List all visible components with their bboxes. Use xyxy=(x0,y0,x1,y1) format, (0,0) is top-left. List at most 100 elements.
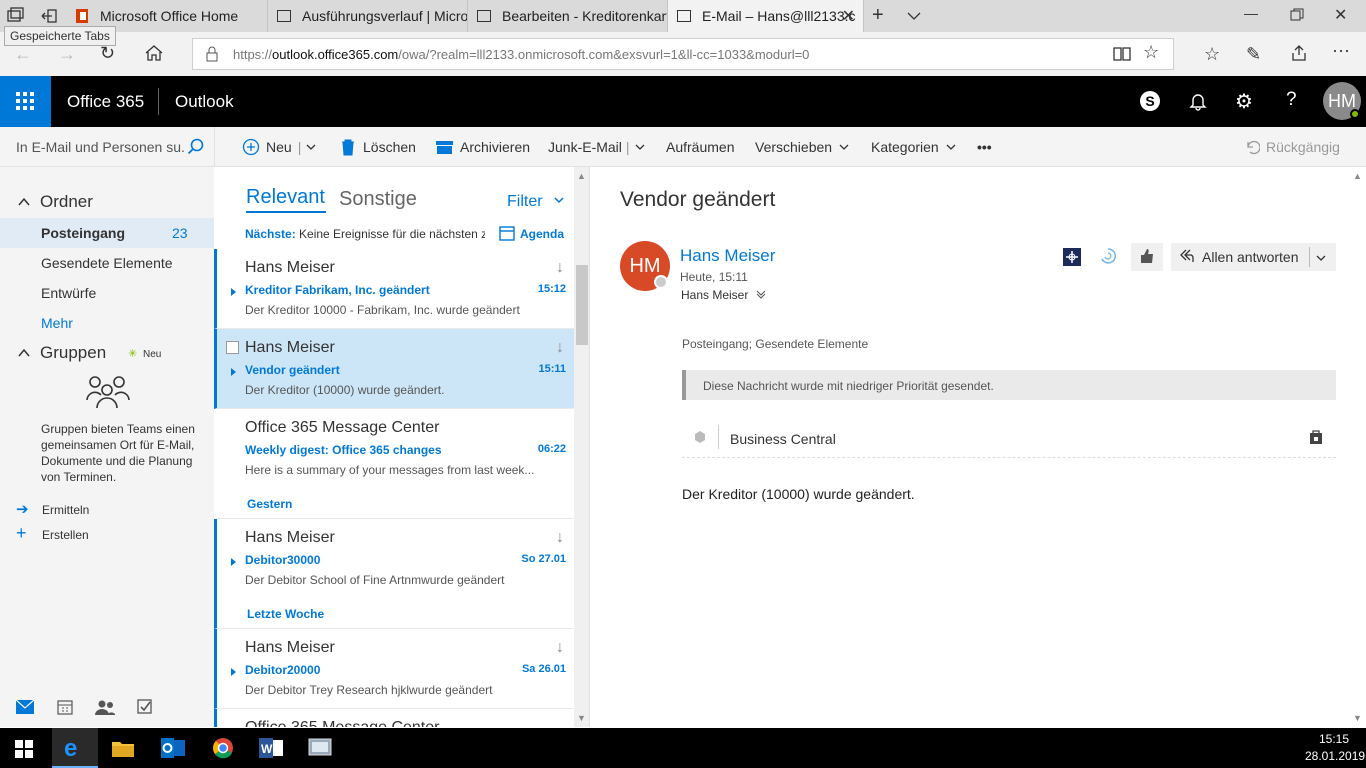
tab-ausfuehrungsverlauf[interactable]: Ausführungsverlauf | Micros xyxy=(268,0,468,32)
list-item[interactable]: Hans Meiser ↓ Kreditor Fabrikam, Inc. ge… xyxy=(214,249,574,329)
app-title[interactable]: Outlook xyxy=(175,92,234,112)
file-explorer-icon[interactable] xyxy=(112,738,134,758)
windows-start-icon[interactable] xyxy=(15,740,33,758)
scroll-up-icon[interactable]: ▲ xyxy=(1353,171,1362,181)
clock-time[interactable]: 15:15 xyxy=(1319,732,1349,746)
new-button[interactable]: Neu | xyxy=(242,127,317,167)
scrollbar-thumb[interactable] xyxy=(576,265,588,345)
taskbar-edge[interactable]: e xyxy=(52,728,98,768)
chrome-icon[interactable] xyxy=(212,737,234,759)
archive-button[interactable]: Archivieren xyxy=(436,127,530,167)
undo-button[interactable]: Rückgängig xyxy=(1244,127,1340,167)
filter-button[interactable]: Filter xyxy=(507,193,565,211)
create-link[interactable]: Erstellen xyxy=(42,528,89,542)
favorites-hub-icon[interactable]: ☆ xyxy=(1204,44,1220,65)
junk-button[interactable]: Junk-E-Mail | xyxy=(548,127,646,167)
outlook-icon[interactable] xyxy=(161,737,185,759)
skype-icon[interactable]: S xyxy=(1140,91,1160,111)
scroll-down-icon[interactable]: ▼ xyxy=(577,713,586,723)
refresh-icon[interactable]: ↻ xyxy=(100,43,115,64)
discover-link[interactable]: Ermitteln xyxy=(42,503,89,517)
restore-icon[interactable] xyxy=(1290,8,1304,22)
share-icon[interactable] xyxy=(1290,44,1308,62)
back-icon[interactable]: ← xyxy=(14,44,32,65)
chevron-down-icon[interactable] xyxy=(1315,251,1327,263)
tab-other[interactable]: Sonstige xyxy=(339,188,417,211)
set-tabs-aside-icon[interactable] xyxy=(36,6,58,26)
url-field[interactable]: https://outlook.office365.com/owa/?realm… xyxy=(192,38,1174,70)
expand-icon[interactable] xyxy=(231,288,236,296)
scroll-down-icon[interactable]: ▼ xyxy=(1353,713,1362,723)
more-icon[interactable]: ··· xyxy=(1332,40,1350,61)
home-icon[interactable] xyxy=(144,44,164,62)
chevron-up-icon[interactable] xyxy=(18,346,30,358)
favorite-star-icon[interactable]: ☆ xyxy=(1143,42,1159,63)
reply-all-button[interactable]: Allen antworten xyxy=(1171,243,1336,271)
expand-icon[interactable] xyxy=(231,368,236,376)
chevron-down-icon[interactable] xyxy=(906,8,922,24)
scrollbar[interactable]: ▲ ▼ xyxy=(1350,167,1366,727)
categories-button[interactable]: Kategorien xyxy=(871,127,957,167)
chevron-down-icon[interactable] xyxy=(634,141,646,153)
bell-icon[interactable] xyxy=(1188,91,1208,111)
gear-icon[interactable]: ⚙ xyxy=(1235,89,1253,114)
scroll-up-icon[interactable]: ▲ xyxy=(577,171,586,181)
calendar-icon[interactable] xyxy=(57,699,73,715)
app-window-icon[interactable] xyxy=(308,737,332,759)
pen-icon[interactable]: ✎ xyxy=(1246,44,1261,65)
tasks-icon[interactable] xyxy=(137,699,153,715)
folders-header[interactable]: Ordner xyxy=(40,192,93,212)
recipient[interactable]: Hans Meiser xyxy=(681,288,766,302)
dynamics-addin-icon[interactable] xyxy=(1063,248,1081,266)
tab-email-active[interactable]: E-Mail – Hans@lll2133.c ✕ xyxy=(668,0,864,32)
close-tab-icon[interactable]: ✕ xyxy=(842,6,855,26)
sweep-button[interactable]: Aufräumen xyxy=(666,127,734,167)
addin-name[interactable]: Business Central xyxy=(730,431,836,447)
folder-sent[interactable]: Gesendete Elemente xyxy=(41,255,173,271)
forward-icon[interactable]: → xyxy=(58,44,76,65)
help-icon[interactable]: ? xyxy=(1286,89,1297,111)
tab-kreditorenkarte[interactable]: Bearbeiten - Kreditorenkart xyxy=(468,0,668,32)
close-window-icon[interactable]: ✕ xyxy=(1334,5,1347,25)
expand-icon[interactable] xyxy=(231,668,236,676)
sender-name[interactable]: Hans Meiser xyxy=(680,246,775,266)
store-icon[interactable] xyxy=(1309,429,1323,445)
scrollbar[interactable]: ▲ ▼ xyxy=(574,167,589,727)
brand-title[interactable]: Office 365 xyxy=(67,92,144,112)
folder-inbox[interactable]: Posteingang 23 xyxy=(0,218,214,248)
search-input[interactable]: In E-Mail und Personen su... xyxy=(16,139,184,155)
folder-drafts[interactable]: Entwürfe xyxy=(41,285,96,301)
expand-icon[interactable] xyxy=(231,558,236,566)
list-item[interactable]: Office 365 Message Center Weekly digest:… xyxy=(214,409,574,519)
reading-view-icon[interactable] xyxy=(1113,46,1131,62)
more-commands-button[interactable]: ••• xyxy=(977,127,992,167)
word-icon[interactable]: W xyxy=(259,737,283,759)
new-tab-icon[interactable]: + xyxy=(872,4,884,27)
spinner-icon[interactable] xyxy=(1099,247,1117,265)
tab-actions-icon[interactable] xyxy=(4,6,26,26)
sender-name: Office 365 Message Center xyxy=(245,419,440,436)
folder-more-link[interactable]: Mehr xyxy=(41,315,73,331)
chevron-up-icon[interactable] xyxy=(18,195,30,207)
clock-date[interactable]: 28.01.2019 xyxy=(1305,749,1365,763)
list-item[interactable]: Office 365 Message Center xyxy=(214,709,574,727)
arrow-down-icon: ↓ xyxy=(556,639,564,656)
time: So 27.01 xyxy=(521,553,566,565)
chevron-down-icon[interactable] xyxy=(305,141,317,153)
mail-icon[interactable] xyxy=(15,699,35,714)
search-icon[interactable] xyxy=(187,138,205,156)
groups-header[interactable]: Gruppen xyxy=(40,343,106,363)
select-checkbox[interactable] xyxy=(226,341,239,354)
move-button[interactable]: Verschieben xyxy=(755,127,850,167)
list-item[interactable]: Hans Meiser ↓ Debitor20000 Sa 26.01 Der … xyxy=(214,629,574,709)
list-item[interactable]: Hans Meiser ↓ Debitor30000 So 27.01 Der … xyxy=(214,519,574,629)
list-item-selected[interactable]: Hans Meiser ↓ Vendor geändert 15:11 Der … xyxy=(214,329,574,409)
app-launcher-icon[interactable] xyxy=(0,76,51,127)
like-button[interactable] xyxy=(1131,243,1163,271)
tab-focused[interactable]: Relevant xyxy=(246,186,325,209)
agenda-link[interactable]: Agenda xyxy=(520,227,564,241)
minimize-icon[interactable]: — xyxy=(1244,5,1258,21)
reply-all-label: Allen antworten xyxy=(1202,249,1299,265)
people-icon[interactable] xyxy=(95,699,115,715)
delete-button[interactable]: Löschen xyxy=(340,127,416,167)
